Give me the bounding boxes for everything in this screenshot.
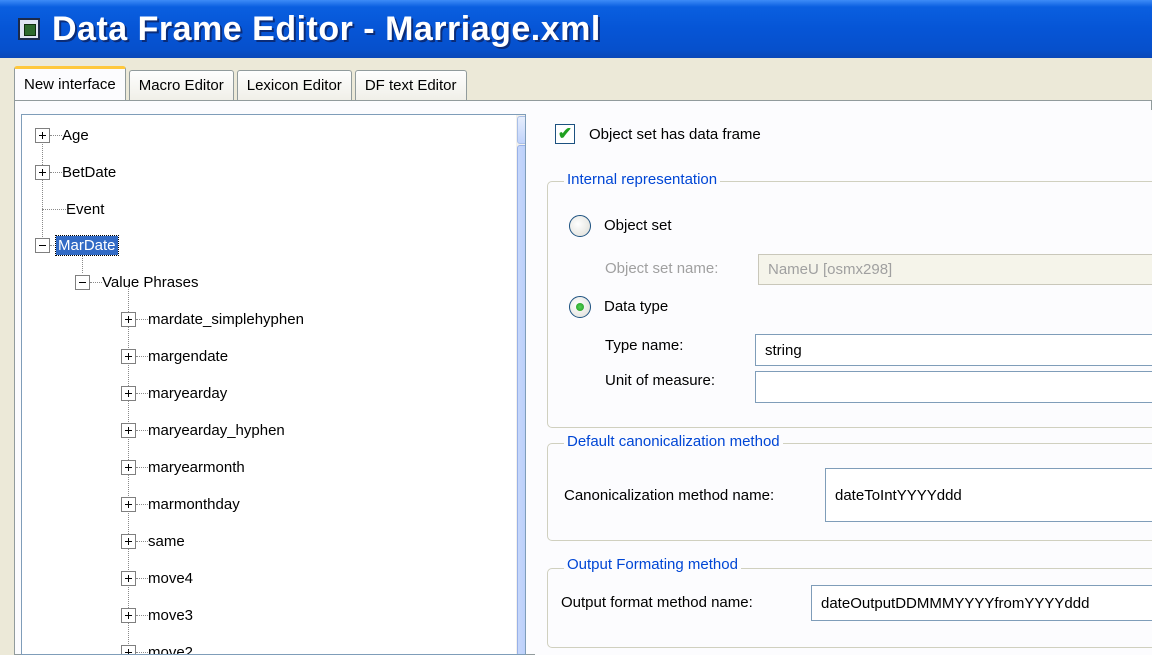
properties-panel: ✔ Object set has data frame Internal rep… [535, 110, 1152, 655]
tree-node-label: move2 [148, 643, 194, 655]
collapse-icon[interactable] [75, 274, 90, 290]
data-type-radio[interactable] [569, 296, 591, 318]
output-format-title: Output Formating method [564, 556, 741, 573]
tree-node-value-phrase[interactable]: maryearday [121, 381, 227, 405]
tab-df-text-editor[interactable]: DF text Editor [354, 70, 467, 100]
app-icon[interactable] [18, 18, 40, 40]
tree-node-label: Value Phrases [102, 273, 199, 291]
output-format-method-label: Output format method name: [561, 594, 753, 611]
expand-icon[interactable] [35, 127, 50, 143]
output-format-method-field[interactable]: dateOutputDDMMMYYYYfromYYYYddd [811, 585, 1152, 621]
type-name-field[interactable]: string [755, 334, 1152, 366]
tree-node-value-phrases[interactable]: Value Phrases [75, 270, 198, 294]
tree-node-label: maryearmonth [148, 458, 245, 476]
tree-node-mardate[interactable]: MarDate [35, 233, 119, 257]
tree-node-label: marmonthday [148, 495, 240, 513]
tree-node-value-phrase[interactable]: move4 [121, 566, 193, 590]
expand-icon[interactable] [121, 311, 136, 327]
unit-of-measure-field[interactable] [755, 371, 1152, 403]
expand-icon[interactable] [121, 570, 136, 586]
canonicalization-method-label: Canonicalization method name: [564, 487, 775, 504]
tree-node-age[interactable]: Age [35, 123, 89, 147]
expand-icon[interactable] [121, 644, 136, 654]
tree-node-label: maryearday_hyphen [148, 421, 285, 439]
tab-strip: New interface Macro Editor Lexicon Edito… [14, 66, 470, 100]
unit-of-measure-label: Unit of measure: [605, 372, 716, 389]
tree-node-value-phrase[interactable]: marmonthday [121, 492, 240, 516]
tree-node-label: MarDate [55, 234, 119, 256]
expand-icon[interactable] [121, 459, 136, 475]
tab-macro-editor[interactable]: Macro Editor [128, 70, 234, 100]
object-set-radio-label: Object set [604, 217, 672, 234]
tree-node-label: move3 [148, 606, 194, 624]
collapse-icon[interactable] [35, 237, 50, 253]
tree-node-label: Event [66, 200, 105, 218]
tree-scrollbar[interactable]: ▲ [516, 115, 525, 654]
has-data-frame-checkbox[interactable]: ✔ [555, 124, 575, 144]
expand-icon[interactable] [35, 164, 50, 180]
title-bar: Data Frame Editor - Marriage.xml [0, 0, 1152, 58]
tree-node-label: same [148, 532, 185, 550]
tree-node-label: move4 [148, 569, 194, 587]
tree-node-value-phrase[interactable]: maryearmonth [121, 455, 245, 479]
expand-icon[interactable] [121, 348, 136, 364]
tree-node-value-phrase[interactable]: maryearday_hyphen [121, 418, 285, 442]
has-data-frame-label: Object set has data frame [589, 126, 761, 143]
tree-node-betdate[interactable]: BetDate [35, 160, 116, 184]
scroll-thumb[interactable] [517, 145, 525, 654]
window-title: Data Frame Editor - Marriage.xml [52, 9, 601, 48]
expand-icon[interactable] [121, 533, 136, 549]
internal-representation-title: Internal representation [564, 171, 721, 188]
tree-node-label: BetDate [62, 163, 117, 181]
object-set-radio[interactable] [569, 215, 591, 237]
checkmark-icon: ✔ [557, 124, 573, 143]
tree-node-value-phrase[interactable]: mardate_simplehyphen [121, 307, 304, 331]
data-frame-tree[interactable]: Age BetDate Event MarDate Value Phrases … [21, 114, 526, 655]
object-set-name-field[interactable]: NameU [osmx298] [758, 254, 1152, 285]
scroll-up-button[interactable]: ▲ [517, 116, 525, 144]
expand-icon[interactable] [121, 385, 136, 401]
tab-lexicon-editor[interactable]: Lexicon Editor [236, 70, 352, 100]
tree-node-value-phrase[interactable]: same [121, 529, 185, 553]
tree-node-label: margendate [148, 347, 229, 365]
tree-node-value-phrase[interactable]: margendate [121, 344, 228, 368]
tree-node-value-phrase[interactable]: move3 [121, 603, 193, 627]
expand-icon[interactable] [121, 607, 136, 623]
canonicalization-method-field[interactable]: dateToIntYYYYddd [825, 468, 1152, 522]
canonicalization-title: Default canonicalization method [564, 433, 783, 450]
tree-node-event[interactable]: Event [42, 197, 104, 221]
tab-new-interface[interactable]: New interface [14, 66, 126, 100]
type-name-label: Type name: [605, 337, 684, 354]
tree-node-label: maryearday [148, 384, 228, 402]
tree-node-label: mardate_simplehyphen [148, 310, 304, 328]
tree-node-value-phrase[interactable]: move2 [121, 640, 194, 655]
expand-icon[interactable] [121, 422, 136, 438]
data-type-radio-label: Data type [604, 298, 669, 315]
tree-guide-line [42, 135, 43, 249]
object-set-name-label: Object set name: [605, 260, 719, 277]
chevron-up-icon: ▲ [524, 122, 525, 138]
expand-icon[interactable] [121, 496, 136, 512]
tree-node-label: Age [62, 126, 89, 144]
